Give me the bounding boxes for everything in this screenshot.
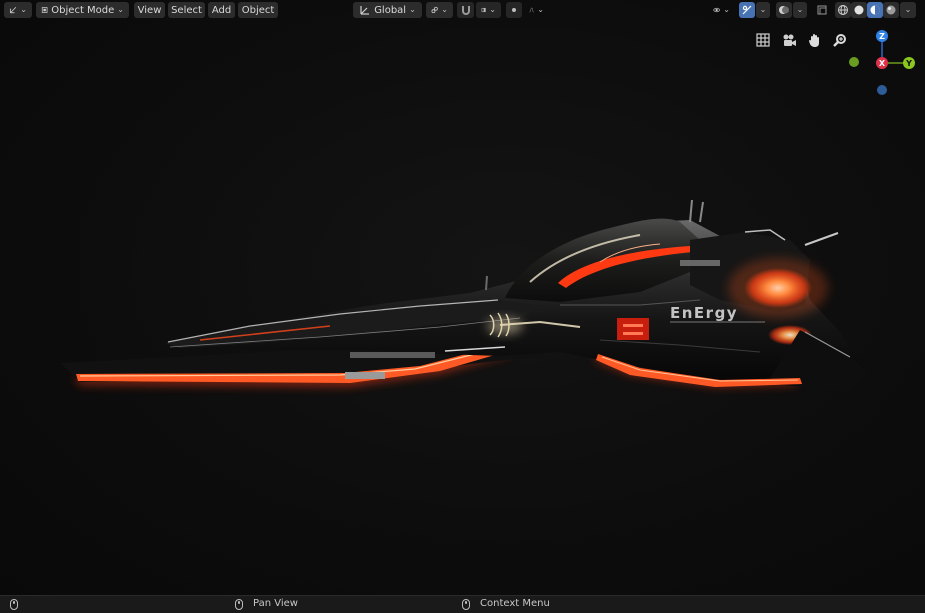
- overlays-dropdown[interactable]: ⌄: [793, 2, 807, 18]
- menu-view[interactable]: View: [134, 2, 165, 18]
- shading-rendered[interactable]: [883, 2, 899, 18]
- snap-toggle[interactable]: [457, 2, 474, 18]
- gizmos-toggle[interactable]: [739, 2, 755, 18]
- camera-view-icon[interactable]: [780, 31, 798, 49]
- gizmo-neg-y-axis[interactable]: [849, 57, 859, 67]
- material-sphere-icon: [870, 5, 880, 15]
- overlays-icon: [779, 6, 789, 14]
- gizmo-z-axis[interactable]: Z: [876, 30, 888, 42]
- spaceship-render: EnErgy: [60, 199, 868, 392]
- chevron-down-icon: ⌄: [489, 5, 496, 14]
- chevron-down-icon: ⌄: [117, 5, 124, 14]
- context-menu-hint: Context Menu: [480, 598, 550, 609]
- hand-pan-icon[interactable]: [806, 31, 824, 49]
- falloff-curve-icon: [529, 7, 534, 13]
- pivot-point-dropdown[interactable]: ⌄: [426, 2, 453, 18]
- overlays-toggle[interactable]: [776, 2, 792, 18]
- gizmo-y-axis[interactable]: Y: [903, 57, 915, 69]
- menu-add[interactable]: Add: [208, 2, 235, 18]
- gizmos-dropdown[interactable]: ⌄: [756, 2, 770, 18]
- chevron-down-icon: ⌄: [904, 5, 912, 14]
- snap-increment-icon: [481, 7, 486, 13]
- chevron-down-icon: ⌄: [537, 5, 544, 14]
- right-mouse-icon: [462, 599, 470, 610]
- menu-object[interactable]: Object: [238, 2, 278, 18]
- shading-solid[interactable]: [851, 2, 867, 18]
- toggle-grid-icon[interactable]: [754, 31, 772, 49]
- chevron-down-icon: ⌄: [441, 5, 448, 14]
- chevron-down-icon: ⌄: [723, 5, 730, 14]
- shading-material-preview[interactable]: [867, 2, 883, 18]
- left-mouse-icon: [10, 599, 18, 610]
- menu-select[interactable]: Select: [168, 2, 205, 18]
- link-icon: [431, 6, 438, 14]
- xray-icon: [817, 5, 827, 15]
- proportional-edit-toggle[interactable]: [506, 2, 522, 18]
- shading-wireframe[interactable]: [835, 2, 851, 18]
- editor-type-button[interactable]: ⌄: [4, 2, 32, 18]
- shading-dropdown[interactable]: ⌄: [900, 2, 916, 18]
- orientation-axes-icon: [360, 6, 370, 15]
- proportional-edit-icon: [512, 8, 516, 12]
- gizmo-icon: [742, 5, 752, 15]
- mode-label: Object Mode: [51, 4, 115, 16]
- mode-dropdown[interactable]: Object Mode ⌄: [36, 2, 129, 18]
- chevron-down-icon: ⌄: [20, 5, 27, 14]
- chevron-down-icon: ⌄: [409, 5, 416, 14]
- 3d-viewport[interactable]: EnErgy Z X Y: [0, 0, 925, 595]
- magnet-icon: [461, 6, 470, 15]
- proportional-falloff-dropdown[interactable]: ⌄: [524, 2, 549, 18]
- middle-mouse-icon: [235, 599, 243, 610]
- rendered-sphere-icon: [886, 5, 896, 15]
- gizmo-x-axis[interactable]: X: [876, 57, 888, 69]
- visibility-dropdown[interactable]: ⌄: [708, 2, 735, 18]
- object-mode-icon: [41, 7, 48, 13]
- xray-toggle[interactable]: [814, 2, 830, 18]
- transform-axes-icon: [9, 6, 17, 14]
- viewport-header: ⌄ Object Mode ⌄ View Select Add Object G…: [0, 0, 925, 20]
- chevron-down-icon: ⌄: [796, 5, 804, 14]
- snap-target-dropdown[interactable]: ⌄: [476, 2, 501, 18]
- pan-view-hint: Pan View: [253, 598, 298, 609]
- chevron-down-icon: ⌄: [759, 5, 767, 14]
- solid-sphere-icon: [854, 5, 864, 15]
- status-bar: Pan View Context Menu: [0, 595, 925, 613]
- wireframe-sphere-icon: [838, 5, 848, 15]
- transform-orientation-label: Global: [374, 4, 407, 16]
- ship-decal: EnErgy: [670, 304, 738, 322]
- gizmo-neg-z-axis[interactable]: [877, 85, 887, 95]
- transform-orientation-dropdown[interactable]: Global ⌄: [353, 2, 422, 18]
- eye-icon: [713, 7, 721, 13]
- zoom-icon[interactable]: [831, 31, 849, 49]
